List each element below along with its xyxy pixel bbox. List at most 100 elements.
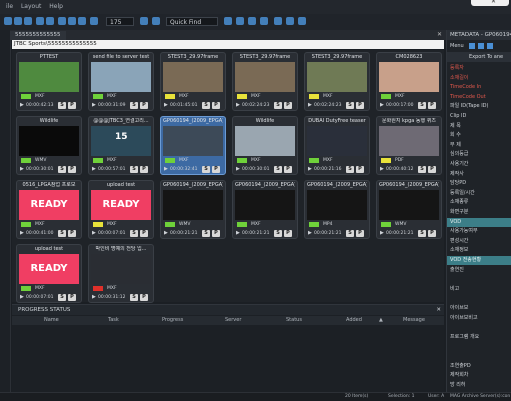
tag-icon[interactable] (236, 17, 244, 25)
play-icon[interactable]: ▶ (92, 102, 96, 109)
s-badge-button[interactable]: S (202, 230, 210, 237)
s-badge-button[interactable]: S (418, 166, 426, 173)
export-button[interactable]: Export To ane (447, 52, 511, 62)
clip-card[interactable]: @@@JTBC3_연결고리... 15 MXF ▶ 00:00:57:01 S P (88, 116, 154, 175)
column-name[interactable]: Name (44, 316, 59, 325)
play-icon[interactable]: ▶ (308, 166, 312, 173)
clip-card[interactable]: DUBAI DutyFree teaser MXF ▶ 00:00:21:16 S P (304, 116, 370, 175)
metadata-field-label[interactable]: 사용가능여부 (447, 227, 511, 236)
p-badge-button[interactable]: P (68, 102, 76, 109)
clip-thumbnail[interactable] (307, 190, 367, 220)
p-badge-button[interactable]: P (428, 166, 436, 173)
s-badge-button[interactable]: S (130, 294, 138, 301)
user-icon[interactable] (286, 17, 294, 25)
metadata-field-label[interactable]: 심의등급 (447, 150, 511, 159)
metadata-field-label[interactable]: 제작회차 (447, 371, 511, 380)
help-icon[interactable] (298, 17, 306, 25)
metadata-field-label[interactable]: TimeCode Out (447, 93, 511, 102)
delete-icon[interactable] (90, 17, 98, 25)
play-icon[interactable]: ▶ (164, 102, 168, 109)
settings-icon[interactable] (274, 17, 282, 25)
clip-thumbnail[interactable] (91, 254, 151, 284)
metadata-field-label[interactable]: 편성시간 (447, 237, 511, 246)
play-icon[interactable]: ▶ (92, 230, 96, 237)
metadata-field-label[interactable]: 담당PD (447, 179, 511, 188)
clip-thumbnail[interactable] (163, 62, 223, 92)
play-icon[interactable]: ▶ (20, 102, 24, 109)
close-icon[interactable]: ✕ (437, 31, 442, 38)
column-progress[interactable]: Progress (162, 316, 183, 325)
edit-icon[interactable] (478, 43, 484, 49)
play-icon[interactable]: ▶ (92, 294, 96, 301)
forward-icon[interactable] (14, 17, 22, 25)
search-icon[interactable] (224, 17, 232, 25)
metadata-field-label[interactable]: 아이브보비고 (447, 314, 511, 323)
s-badge-button[interactable]: S (202, 166, 210, 173)
p-badge-button[interactable]: P (140, 230, 148, 237)
save-icon[interactable] (469, 43, 475, 49)
metadata-field-label[interactable]: 소재길이 (447, 74, 511, 83)
play-icon[interactable]: ▶ (308, 230, 312, 237)
clip-card[interactable]: STEST3_29.97frame MXF ▶ 00:01:45:01 S P (160, 52, 226, 111)
home-icon[interactable] (46, 17, 54, 25)
clip-thumbnail[interactable] (235, 126, 295, 156)
metadata-field-label[interactable]: 화면구분 (447, 208, 511, 217)
grid-icon[interactable] (248, 17, 256, 25)
p-badge-button[interactable]: P (284, 102, 292, 109)
metadata-field-label[interactable]: VOD 전송현황 (447, 256, 511, 265)
s-badge-button[interactable]: S (274, 166, 282, 173)
p-badge-button[interactable]: P (284, 166, 292, 173)
clip-card[interactable]: STEST3_29.97frame MXF ▶ 00:02:24:23 S P (304, 52, 370, 111)
clip-thumbnail[interactable]: READY (19, 254, 79, 284)
play-icon[interactable]: ▶ (380, 230, 384, 237)
metadata-field-label[interactable]: 프로그램 개요 (447, 333, 511, 342)
quick-find-input[interactable]: Quick Find (166, 17, 218, 26)
play-icon[interactable]: ▶ (164, 166, 168, 173)
up-icon[interactable] (24, 17, 32, 25)
play-icon[interactable]: ▶ (236, 166, 240, 173)
metadata-field-label[interactable]: 소재정보 (447, 246, 511, 255)
menu-file[interactable]: ile (6, 0, 13, 14)
clip-card[interactable]: 박인비 명예의 전당 입... MXF ▶ 00:00:31:12 S P (88, 244, 154, 303)
metadata-field-label[interactable]: 소재종류 (447, 198, 511, 207)
clip-thumbnail[interactable] (307, 62, 367, 92)
clip-card[interactable]: send file to server test MXF ▶ 00:00:31:09 S… (88, 52, 154, 111)
clip-thumbnail[interactable] (19, 62, 79, 92)
metadata-field-label[interactable]: 조연출PD (447, 362, 511, 371)
metadata-field-label[interactable]: 아이브보 (447, 304, 511, 313)
play-icon[interactable]: ▶ (308, 102, 312, 109)
play-icon[interactable]: ▶ (236, 230, 240, 237)
metadata-field-label[interactable] (447, 342, 511, 351)
clip-card[interactable]: CM028623 MXF ▶ 00:00:17:00 S P (376, 52, 442, 111)
metadata-field-label[interactable]: 제 목 (447, 122, 511, 131)
clip-thumbnail[interactable] (91, 62, 151, 92)
metadata-field-label[interactable]: 회 수 (447, 131, 511, 140)
play-icon[interactable]: ▶ (380, 166, 384, 173)
p-badge-button[interactable]: P (68, 230, 76, 237)
clip-thumbnail[interactable] (379, 62, 439, 92)
p-badge-button[interactable]: P (356, 230, 364, 237)
s-badge-button[interactable]: S (130, 166, 138, 173)
p-badge-button[interactable]: P (284, 230, 292, 237)
column-message[interactable]: Message (403, 316, 425, 325)
list-icon[interactable] (260, 17, 268, 25)
play-icon[interactable]: ▶ (20, 294, 24, 301)
s-badge-button[interactable]: S (346, 102, 354, 109)
s-badge-button[interactable]: S (418, 230, 426, 237)
metadata-field-label[interactable] (447, 275, 511, 284)
metadata-field-label[interactable]: 제작사 (447, 170, 511, 179)
s-badge-button[interactable]: S (274, 102, 282, 109)
clip-card[interactable]: PTTEST MXF ▶ 00:00:42:13 S P (16, 52, 82, 111)
column-status[interactable]: Status (286, 316, 302, 325)
p-badge-button[interactable]: P (140, 166, 148, 173)
clip-card[interactable]: upload test READY MXF ▶ 00:00:07:01 S P (88, 180, 154, 239)
clip-card[interactable]: upload test READY MXF ▶ 00:00:07:01 S P (16, 244, 82, 303)
clip-card[interactable]: Wildlife WMV ▶ 00:00:30:01 S P (16, 116, 82, 175)
clip-thumbnail[interactable] (235, 190, 295, 220)
clip-card[interactable]: Wildlife MXF ▶ 00:00:30:01 S P (232, 116, 298, 175)
metadata-menu-button[interactable]: Menu (450, 41, 464, 51)
p-badge-button[interactable]: P (212, 102, 220, 109)
new-folder-icon[interactable] (58, 17, 66, 25)
menu-help[interactable]: Help (49, 0, 63, 14)
clip-thumbnail[interactable] (379, 126, 439, 156)
